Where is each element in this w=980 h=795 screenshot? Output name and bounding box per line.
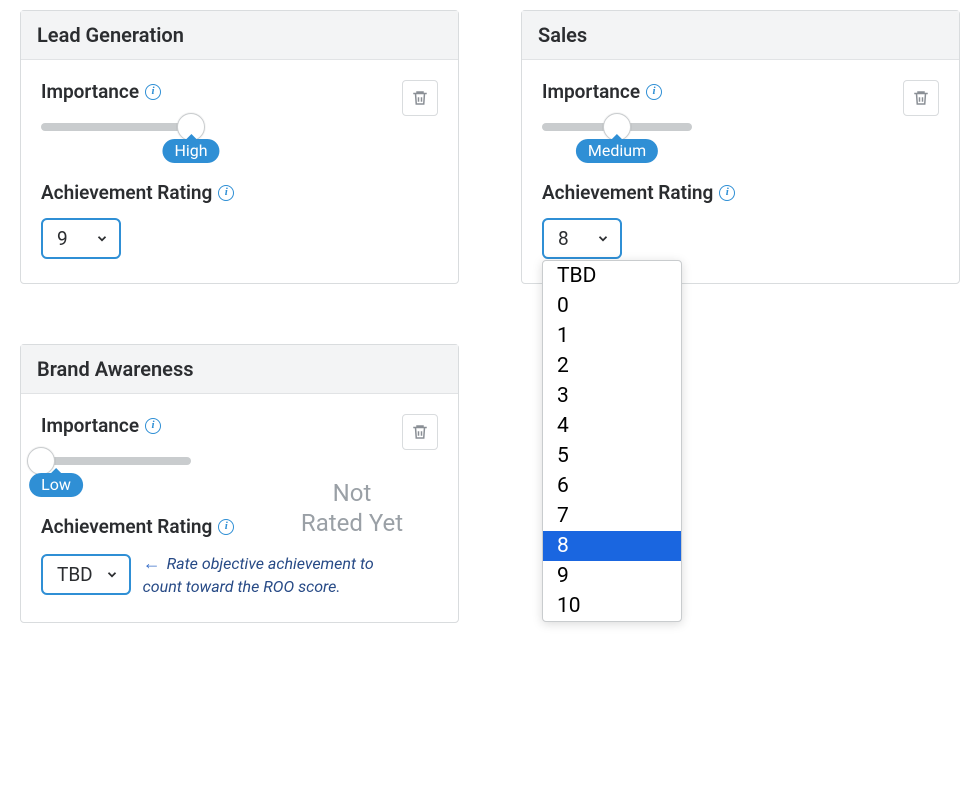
importance-label: Importance i: [41, 80, 161, 103]
select-value: 9: [57, 227, 68, 250]
importance-label: Importance i: [41, 414, 161, 437]
chevron-down-icon: [95, 227, 109, 250]
chevron-down-icon: [105, 563, 119, 586]
achievement-select[interactable]: TBD: [41, 554, 131, 595]
importance-slider[interactable]: Medium: [542, 117, 692, 131]
rating-hint: ← Rate objective achievement to count to…: [143, 552, 413, 598]
dropdown-option[interactable]: 10: [543, 591, 681, 621]
importance-label: Importance i: [542, 80, 662, 103]
select-value: 8: [558, 227, 569, 250]
slider-value-chip: Low: [29, 473, 83, 497]
delete-button[interactable]: [402, 414, 438, 450]
info-icon[interactable]: i: [218, 185, 234, 201]
objective-card-lead-generation: Lead Generation Importance i High: [20, 10, 459, 284]
dropdown-option[interactable]: 9: [543, 561, 681, 591]
dropdown-option[interactable]: TBD: [543, 261, 681, 291]
info-icon[interactable]: i: [218, 519, 234, 535]
dropdown-option[interactable]: 8: [543, 531, 681, 561]
dropdown-option[interactable]: 0: [543, 291, 681, 321]
achievement-label: Achievement Rating i: [542, 181, 735, 204]
info-icon[interactable]: i: [719, 185, 735, 201]
trash-icon: [912, 89, 930, 107]
chevron-down-icon: [596, 227, 610, 250]
dropdown-option[interactable]: 4: [543, 411, 681, 441]
dropdown-option[interactable]: 2: [543, 351, 681, 381]
dropdown-option[interactable]: 3: [543, 381, 681, 411]
not-rated-text: Not Rated Yet: [272, 478, 432, 538]
achievement-dropdown[interactable]: TBD012345678910: [542, 260, 682, 622]
objective-card-sales: Sales Importance i Medium: [521, 10, 960, 284]
info-icon[interactable]: i: [646, 84, 662, 100]
info-icon[interactable]: i: [145, 84, 161, 100]
dropdown-option[interactable]: 7: [543, 501, 681, 531]
delete-button[interactable]: [402, 80, 438, 116]
achievement-label: Achievement Rating i: [41, 515, 234, 538]
dropdown-option[interactable]: 5: [543, 441, 681, 471]
delete-button[interactable]: [903, 80, 939, 116]
dropdown-option[interactable]: 1: [543, 321, 681, 351]
card-title: Sales: [522, 11, 959, 60]
achievement-label: Achievement Rating i: [41, 181, 234, 204]
importance-slider[interactable]: Low: [41, 451, 191, 465]
achievement-select[interactable]: 9: [41, 218, 121, 259]
card-title: Lead Generation: [21, 11, 458, 60]
objective-card-brand-awareness: Brand Awareness Importance i Low: [20, 344, 459, 623]
dropdown-option[interactable]: 6: [543, 471, 681, 501]
slider-value-chip: Medium: [576, 139, 658, 163]
importance-slider[interactable]: High: [41, 117, 191, 131]
info-icon[interactable]: i: [145, 418, 161, 434]
trash-icon: [411, 89, 429, 107]
arrow-left-icon: ←: [143, 553, 161, 574]
slider-value-chip: High: [162, 139, 219, 163]
trash-icon: [411, 423, 429, 441]
card-title: Brand Awareness: [21, 345, 458, 394]
select-value: TBD: [57, 563, 93, 586]
achievement-select[interactable]: 8: [542, 218, 622, 259]
